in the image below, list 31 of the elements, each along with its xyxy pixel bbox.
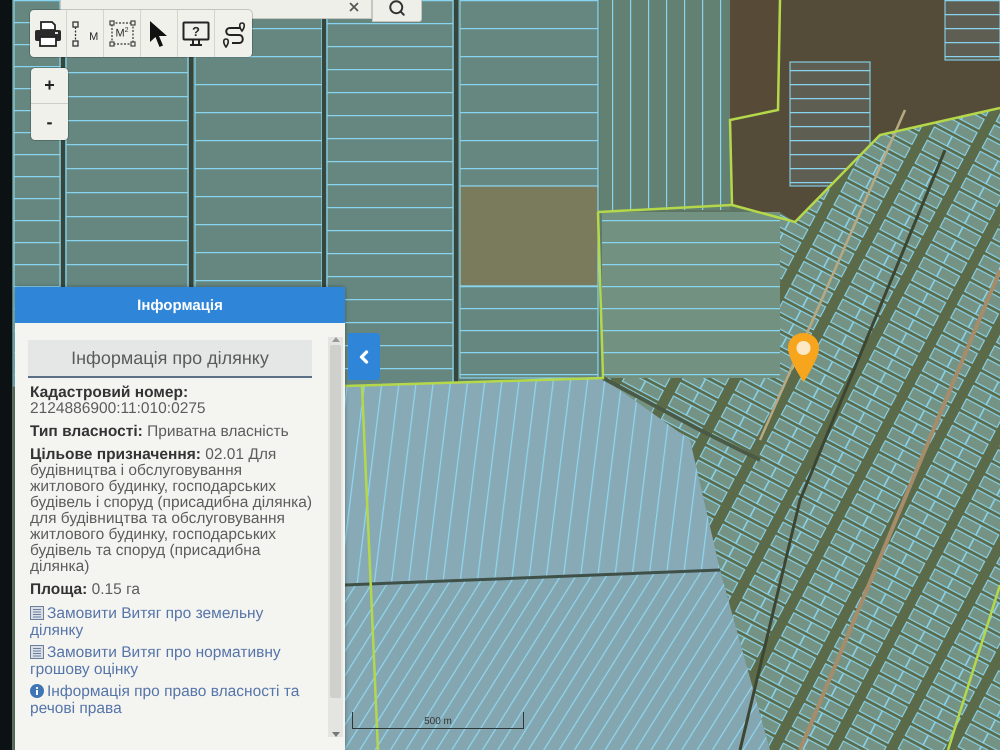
document-icon — [30, 606, 44, 620]
panel-link[interactable]: Інформація про право власності та речові права — [30, 683, 312, 717]
parcel-attribute-text: Цільове призначення: 02.01 Для будівництва і обслуговування житлового будинку, господарських будівель і споруд (присадибна ділянка) для будівництва та обслуговування житлового будинку, господарських будівель та споруд (присадибна ділянка) — [30, 447, 314, 575]
document-icon — [30, 645, 44, 659]
scroll-down-arrow-icon[interactable] — [332, 732, 340, 737]
panel-link[interactable]: Замовити Витяг про нормативну грошову оцінку — [30, 644, 312, 678]
monitor-icon — [182, 20, 210, 46]
zoom-in-button[interactable]: + — [31, 68, 68, 104]
printer-icon — [34, 20, 62, 46]
zoom-out-button[interactable]: - — [31, 104, 68, 140]
measure-area-button[interactable]: М$^{2}$ — [104, 10, 141, 57]
clear-button[interactable] — [347, 0, 361, 14]
measure-distance-button[interactable]: М — [67, 10, 104, 57]
panel-link[interactable]: Замовити Витяг про земельну ділянку — [30, 605, 312, 639]
search-icon — [388, 0, 406, 17]
cursor-arrow-icon — [149, 20, 169, 48]
parcel-attribute-text: Тип власності: Приватна власність — [30, 424, 290, 440]
scrollbar-track[interactable] — [328, 337, 343, 737]
scale-bar: 500 m — [352, 712, 524, 729]
info-icon — [30, 684, 44, 698]
help-button[interactable]: ? — [178, 10, 215, 57]
parcel-attribute-text: Кадастровий номер: 2124886900:11:010:0275 — [30, 385, 207, 417]
parcel-attribute-text: Площа: 0.15 га — [30, 582, 142, 598]
close-icon — [347, 0, 361, 14]
collapse-button[interactable] — [348, 333, 380, 380]
panel-header: Інформація — [15, 287, 345, 323]
dashed-square-icon — [108, 20, 136, 47]
section-title: Інформація про ділянку — [28, 340, 312, 378]
dotted-line-icon — [72, 20, 80, 46]
scroll-up-arrow-icon[interactable] — [332, 337, 340, 342]
location-pin-icon — [787, 332, 820, 383]
